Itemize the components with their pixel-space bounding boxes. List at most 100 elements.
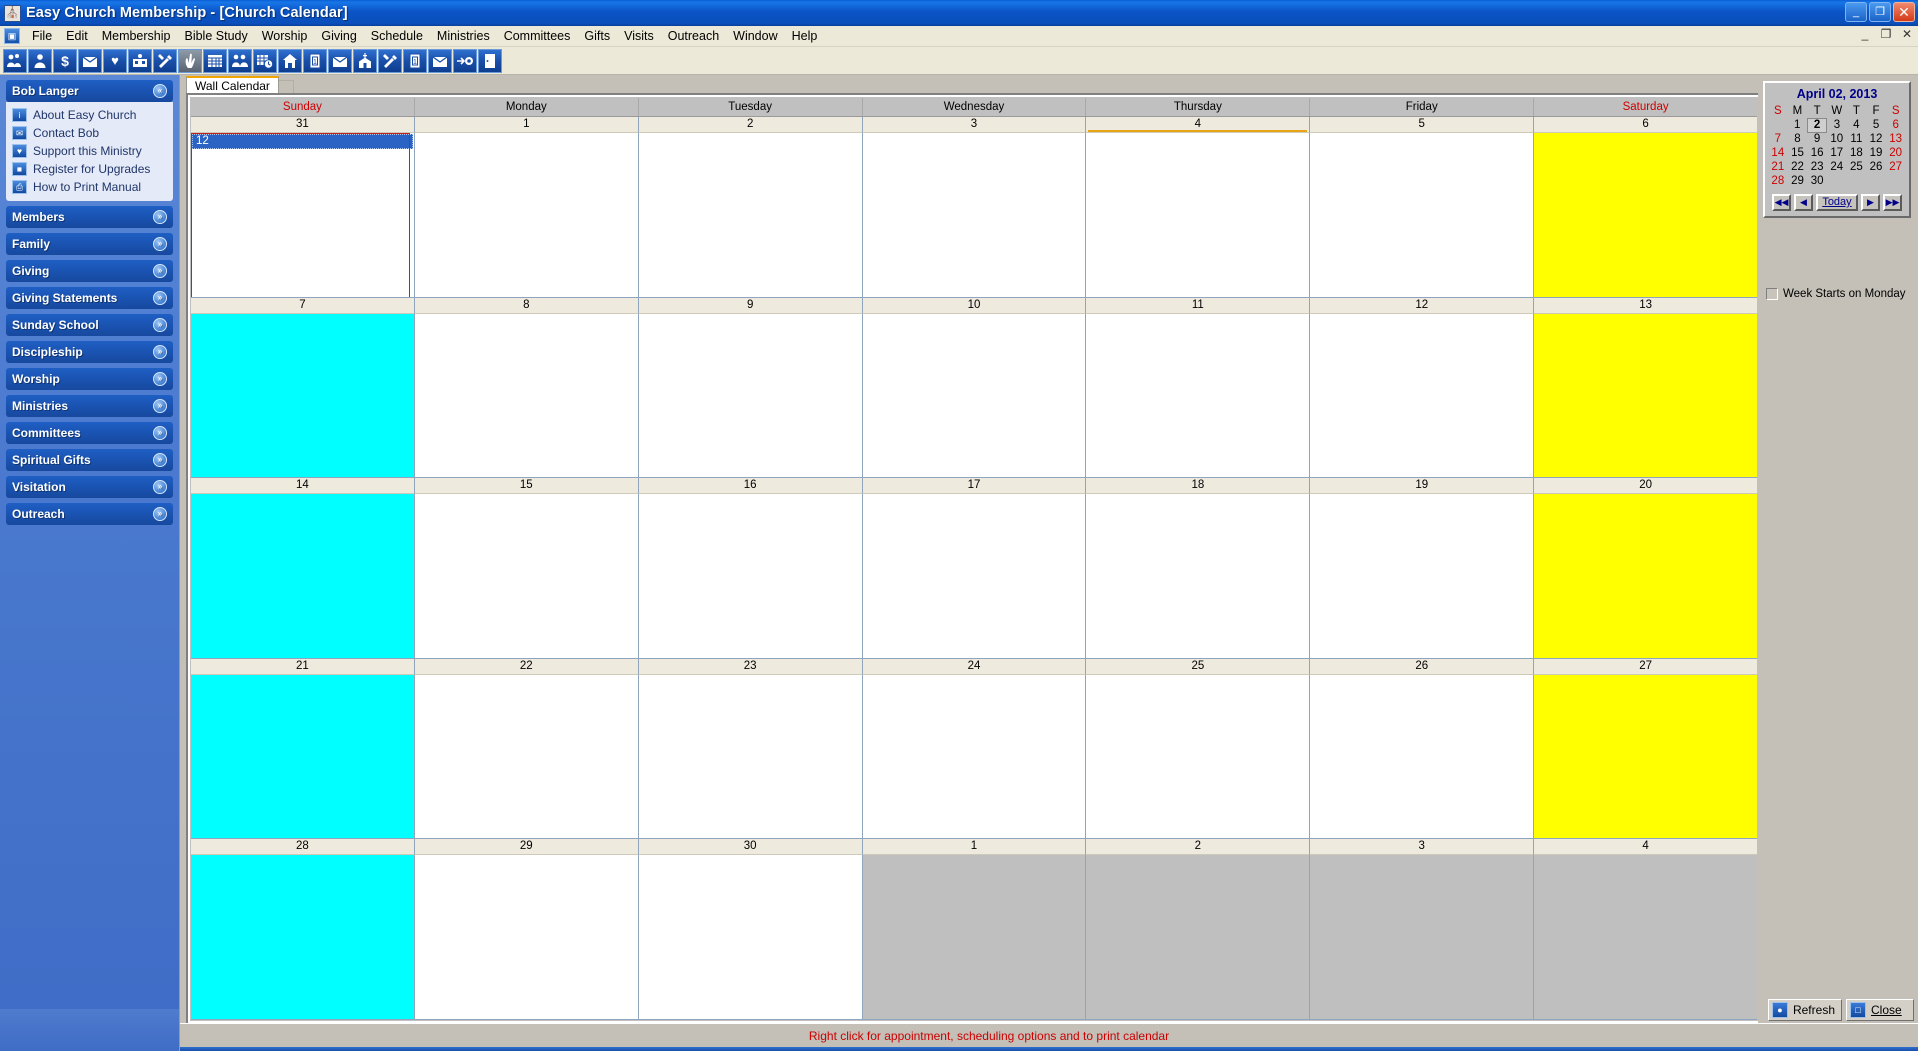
menu-item-membership[interactable]: Membership bbox=[95, 27, 178, 45]
mdi-close-button[interactable]: ✕ bbox=[1900, 27, 1914, 41]
appointment-entry[interactable]: 12 bbox=[192, 134, 413, 149]
sidebar-item-ministries[interactable]: Ministries » bbox=[6, 395, 173, 417]
mini-day-cell[interactable]: 4 bbox=[1847, 118, 1867, 132]
menu-item-giving[interactable]: Giving bbox=[314, 27, 363, 45]
day-cell-saturday[interactable] bbox=[1534, 133, 1758, 298]
day-cell-thursday[interactable] bbox=[1086, 133, 1311, 298]
person-icon[interactable] bbox=[28, 48, 52, 73]
date-number-cell[interactable]: 12 bbox=[1310, 297, 1535, 314]
mini-day-cell[interactable]: 26 bbox=[1866, 160, 1886, 174]
day-cell-wednesday[interactable] bbox=[862, 494, 1087, 659]
day-cell-thursday[interactable] bbox=[1086, 494, 1311, 659]
sidebar-link-contact-bob[interactable]: ✉ Contact Bob bbox=[9, 124, 170, 142]
sidebar-item-members[interactable]: Members » bbox=[6, 206, 173, 228]
prev-month-button[interactable]: ◀ bbox=[1794, 194, 1813, 211]
chevron-down-icon[interactable]: » bbox=[153, 264, 167, 278]
day-cell-tuesday[interactable] bbox=[638, 494, 863, 659]
chevron-down-icon[interactable]: » bbox=[153, 345, 167, 359]
group-icon[interactable] bbox=[228, 48, 252, 73]
mini-day-cell[interactable]: 30 bbox=[1807, 174, 1827, 188]
sidebar-item-worship[interactable]: Worship » bbox=[6, 368, 173, 390]
wrench-icon[interactable] bbox=[378, 48, 402, 73]
mail-out-icon[interactable] bbox=[328, 48, 352, 73]
day-cell-monday[interactable] bbox=[414, 855, 639, 1020]
mini-day-cell[interactable]: 27 bbox=[1886, 160, 1906, 174]
mini-day-cell[interactable]: 24 bbox=[1827, 160, 1847, 174]
chevron-down-icon[interactable]: » bbox=[153, 426, 167, 440]
tools-icon[interactable] bbox=[153, 48, 177, 73]
day-cell-wednesday[interactable] bbox=[862, 133, 1087, 298]
mini-day-cell[interactable]: 13 bbox=[1886, 132, 1906, 146]
mini-day-cell[interactable]: 16 bbox=[1807, 146, 1827, 160]
refresh-button[interactable]: ● Refresh bbox=[1767, 999, 1842, 1021]
date-number-cell[interactable]: 2 bbox=[638, 117, 863, 133]
date-number-cell[interactable]: 28 bbox=[191, 839, 415, 856]
date-number-cell[interactable]: 27 bbox=[1534, 658, 1758, 675]
mini-day-cell[interactable]: 15 bbox=[1788, 146, 1808, 160]
date-number-cell[interactable]: 7 bbox=[191, 297, 415, 314]
today-button[interactable]: Today bbox=[1816, 194, 1858, 211]
sidebar-link-how-to-print-manual[interactable]: ⎙ How to Print Manual bbox=[9, 178, 170, 196]
date-number-cell[interactable]: 11 bbox=[1086, 297, 1311, 314]
date-number-cell-today[interactable]: 4 bbox=[1086, 117, 1311, 133]
day-cell-tuesday[interactable] bbox=[638, 855, 863, 1020]
chevron-down-icon[interactable]: » bbox=[153, 480, 167, 494]
day-cell-sunday[interactable] bbox=[191, 855, 415, 1020]
day-cell-monday[interactable] bbox=[414, 133, 639, 298]
sunday-school-icon[interactable] bbox=[128, 48, 152, 73]
mini-day-cell-selected[interactable]: 2 bbox=[1806, 117, 1828, 133]
day-cell-friday[interactable] bbox=[1310, 674, 1535, 840]
mini-day-cell[interactable]: 7 bbox=[1768, 132, 1788, 146]
day-cell-saturday[interactable] bbox=[1534, 494, 1758, 659]
mini-day-cell[interactable]: 10 bbox=[1827, 132, 1847, 146]
day-cell-monday[interactable] bbox=[414, 674, 639, 840]
day-cell-friday[interactable] bbox=[1310, 855, 1535, 1020]
home-icon[interactable] bbox=[278, 48, 302, 73]
day-cell-tuesday[interactable] bbox=[638, 133, 863, 298]
date-number-cell[interactable]: 17 bbox=[862, 478, 1087, 495]
date-number-cell[interactable]: 21 bbox=[191, 658, 415, 675]
date-number-cell[interactable]: 24 bbox=[862, 658, 1087, 675]
mini-day-cell[interactable]: 21 bbox=[1768, 160, 1788, 174]
mdi-minimize-button[interactable]: _ bbox=[1858, 27, 1872, 41]
praying-hands-icon[interactable] bbox=[178, 48, 202, 73]
sidebar-item-giving[interactable]: Giving » bbox=[6, 260, 173, 282]
date-number-cell[interactable]: 3 bbox=[1310, 839, 1535, 856]
menu-item-edit[interactable]: Edit bbox=[59, 27, 95, 45]
close-panel-button[interactable]: □ Close bbox=[1846, 999, 1914, 1021]
date-number-cell[interactable]: 23 bbox=[638, 658, 863, 675]
sidebar-item-discipleship[interactable]: Discipleship » bbox=[6, 341, 173, 363]
date-number-cell[interactable]: 19 bbox=[1310, 478, 1535, 495]
day-cell-tuesday[interactable] bbox=[638, 674, 863, 840]
checkbox-icon[interactable] bbox=[1766, 288, 1778, 300]
chevron-down-icon[interactable]: » bbox=[153, 318, 167, 332]
mail-out2-icon[interactable] bbox=[428, 48, 452, 73]
day-cell-sunday[interactable]: 12 bbox=[191, 133, 415, 298]
day-cell-wednesday[interactable] bbox=[862, 855, 1087, 1020]
date-number-cell[interactable]: 15 bbox=[414, 478, 639, 495]
date-number-cell[interactable]: 4 bbox=[1534, 839, 1758, 856]
date-number-cell[interactable]: 8 bbox=[414, 297, 639, 314]
prev-year-button[interactable]: ◀◀ bbox=[1772, 194, 1791, 211]
clipboard-icon[interactable]: 1 bbox=[303, 48, 327, 73]
date-number-cell[interactable]: 5 bbox=[1310, 117, 1535, 133]
menu-item-window[interactable]: Window bbox=[726, 27, 784, 45]
date-number-cell[interactable]: 3 bbox=[862, 117, 1087, 133]
next-month-button[interactable]: ▶ bbox=[1861, 194, 1880, 211]
giving-statement-icon[interactable] bbox=[78, 48, 102, 73]
schedule-clock-icon[interactable] bbox=[253, 48, 277, 73]
mdi-restore-button[interactable]: ❐ bbox=[1879, 27, 1893, 41]
mini-day-cell[interactable]: 18 bbox=[1847, 146, 1867, 160]
mini-day-cell[interactable]: 9 bbox=[1807, 132, 1827, 146]
minimize-button[interactable]: _ bbox=[1845, 2, 1867, 22]
date-number-cell[interactable]: 26 bbox=[1310, 658, 1535, 675]
user-panel-header[interactable]: Bob Langer « bbox=[6, 80, 173, 102]
menu-item-help[interactable]: Help bbox=[785, 27, 825, 45]
mini-day-cell[interactable]: 29 bbox=[1788, 174, 1808, 188]
mini-day-cell[interactable]: 5 bbox=[1866, 118, 1886, 132]
day-cell-thursday[interactable] bbox=[1086, 313, 1311, 479]
day-cell-monday[interactable] bbox=[414, 313, 639, 479]
mini-day-cell[interactable] bbox=[1827, 174, 1847, 188]
menu-item-ministries[interactable]: Ministries bbox=[430, 27, 497, 45]
day-cell-sunday[interactable] bbox=[191, 313, 415, 479]
